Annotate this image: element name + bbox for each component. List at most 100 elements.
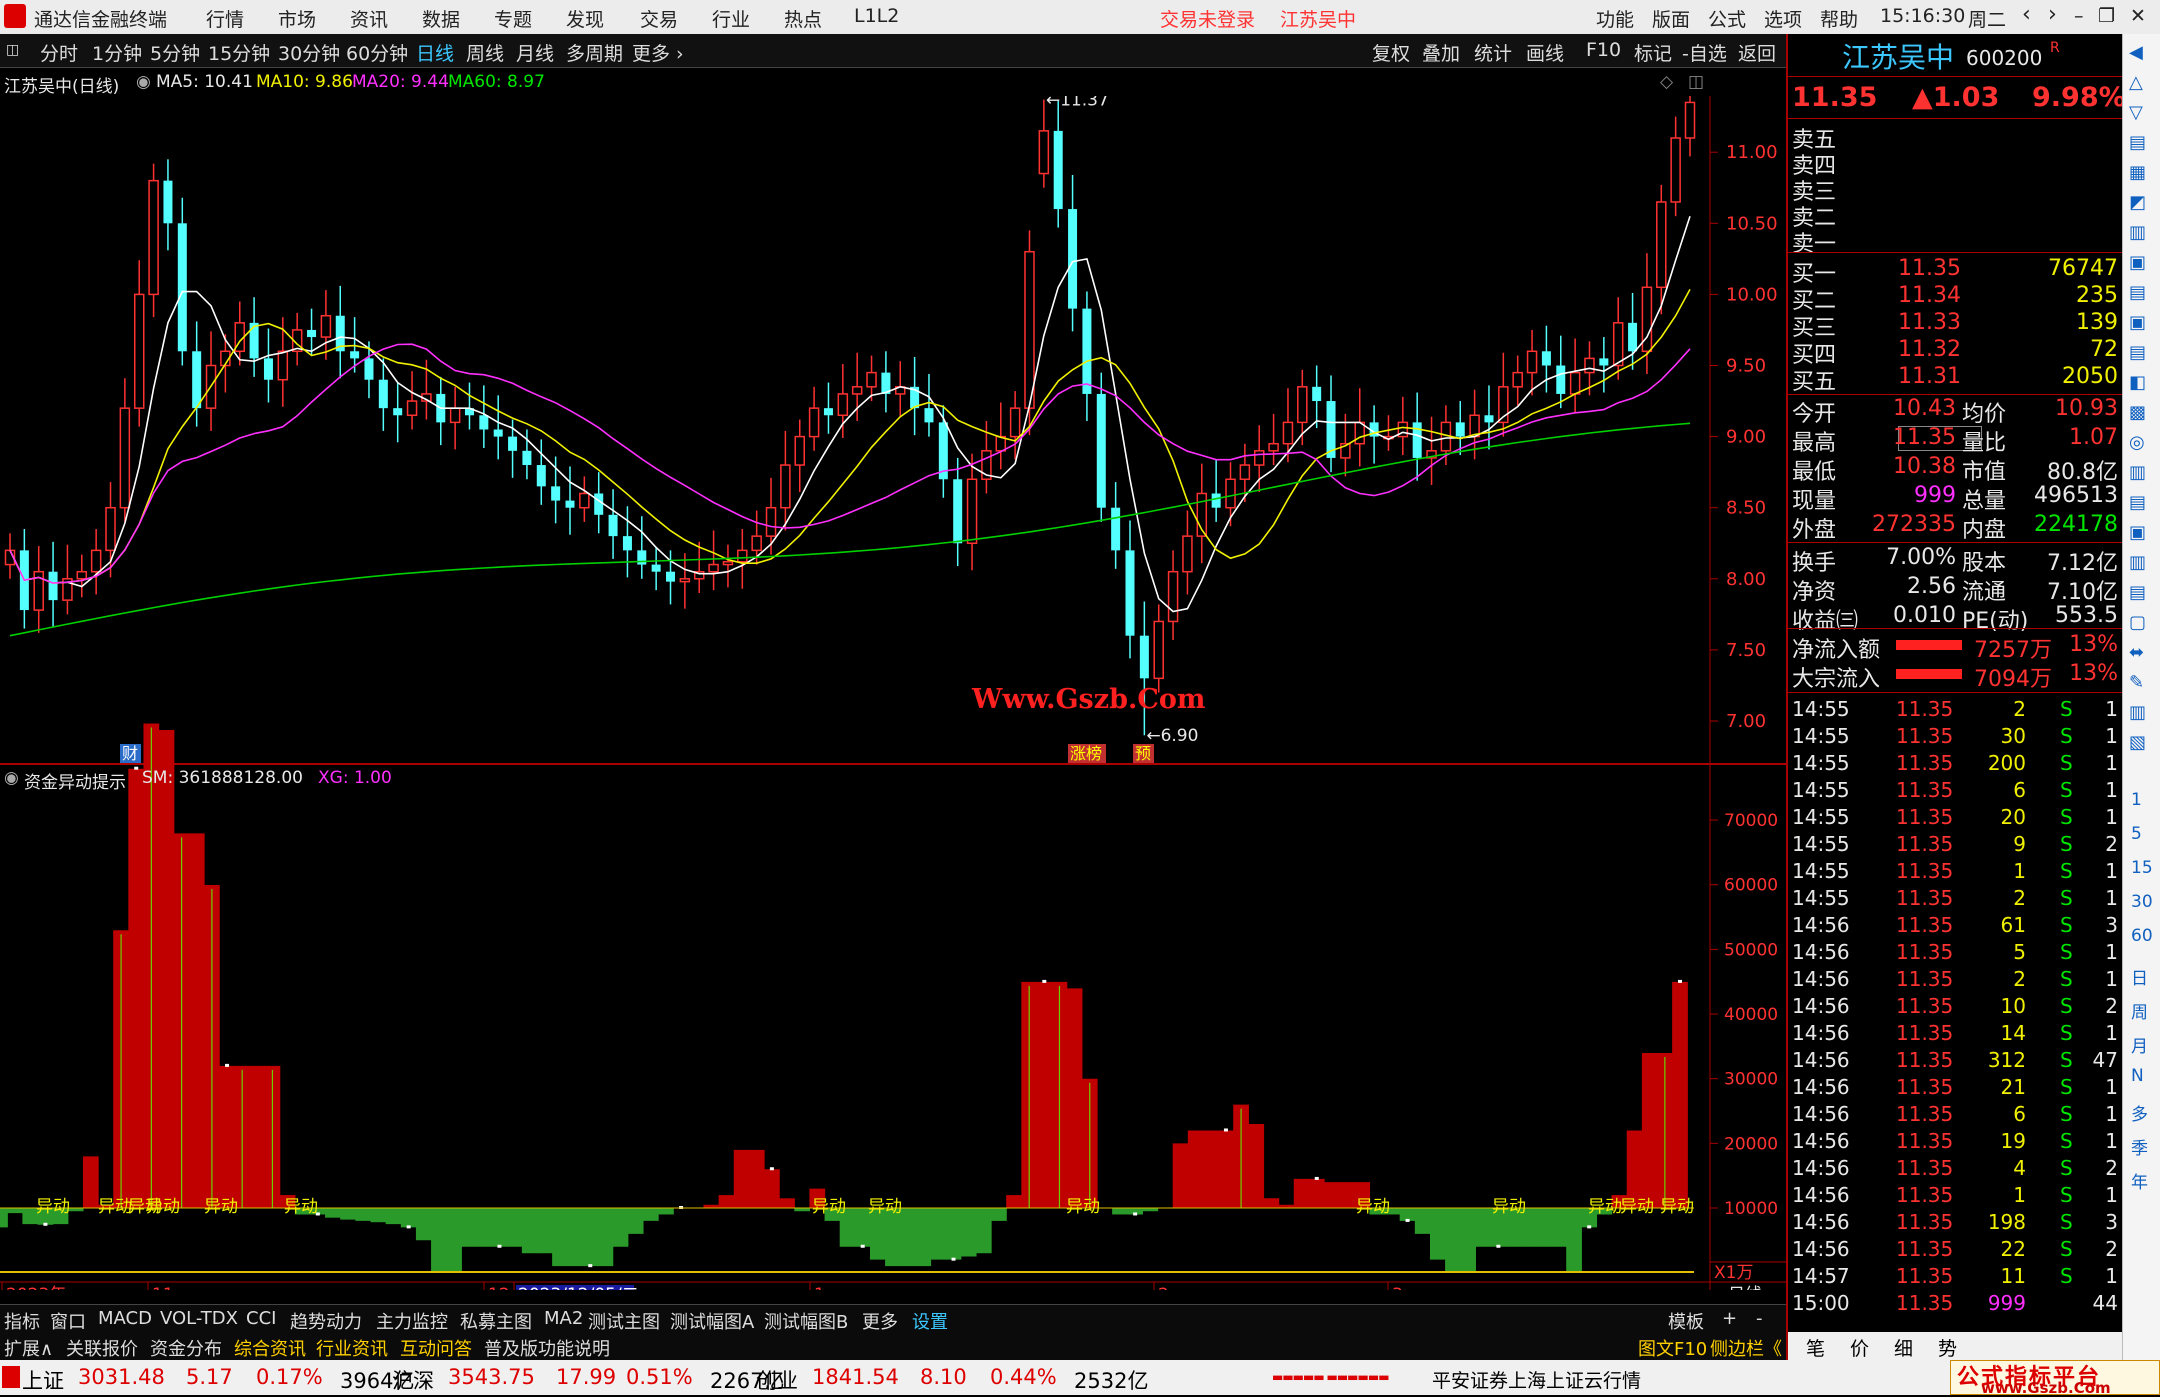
side-period-7[interactable]: 月: [2131, 1032, 2148, 1057]
side-tool-21-icon[interactable]: ✎: [2129, 672, 2144, 693]
action-button-0[interactable]: 复权: [1372, 39, 1410, 66]
side-period-11[interactable]: 年: [2131, 1168, 2148, 1193]
period-tab-9[interactable]: 多周期: [566, 39, 623, 66]
side-period-2[interactable]: 15: [2131, 858, 2153, 878]
side-tool-3-icon[interactable]: ▤: [2129, 132, 2146, 153]
side-tool-4-icon[interactable]: ▦: [2129, 162, 2146, 183]
side-tool-19-icon[interactable]: ▢: [2129, 612, 2146, 633]
indicator-tab-4[interactable]: CCI: [246, 1308, 276, 1329]
sidebar-toggle-tab[interactable]: 侧边栏《: [1710, 1335, 1782, 1361]
side-tool-22-icon[interactable]: ▥: [2129, 702, 2146, 723]
menu-item-6[interactable]: 交易: [640, 5, 678, 32]
menu-item-3[interactable]: 数据: [422, 5, 460, 32]
period-tab-1[interactable]: 1分钟: [92, 39, 142, 66]
side-tool-13-icon[interactable]: ◎: [2129, 432, 2145, 453]
index-name-0[interactable]: 上证: [22, 1365, 64, 1395]
f10-tab[interactable]: 图文F10: [1638, 1335, 1707, 1361]
period-tab-4[interactable]: 30分钟: [278, 39, 340, 66]
side-tool-6-icon[interactable]: ▥: [2129, 222, 2146, 243]
side-tool-9-icon[interactable]: ▣: [2129, 312, 2146, 333]
collapse-icon[interactable]: ◉: [4, 768, 19, 788]
period-tab-7[interactable]: 周线: [466, 39, 504, 66]
login-status[interactable]: 交易未登录: [1160, 5, 1255, 32]
side-tool-16-icon[interactable]: ▣: [2129, 522, 2146, 543]
template-tab-2[interactable]: -: [1756, 1308, 1763, 1329]
menu-item-0[interactable]: 行情: [206, 5, 244, 32]
action-button-1[interactable]: 叠加: [1422, 39, 1460, 66]
bid-price-1[interactable]: 11.34: [1898, 283, 1961, 308]
side-period-10[interactable]: 季: [2131, 1134, 2148, 1159]
side-period-5[interactable]: 日: [2131, 964, 2148, 989]
action-button-4[interactable]: F10: [1586, 39, 1621, 61]
side-period-9[interactable]: 多: [2131, 1100, 2148, 1125]
minimize-icon[interactable]: –: [2074, 5, 2084, 27]
side-period-1[interactable]: 5: [2131, 824, 2142, 844]
indicator-tab-1[interactable]: 窗口: [50, 1308, 86, 1334]
side-period-8[interactable]: N: [2131, 1066, 2144, 1086]
side-tool-11-icon[interactable]: ◧: [2129, 372, 2146, 393]
side-tool-7-icon[interactable]: ▣: [2129, 252, 2146, 273]
action-button-5[interactable]: 标记: [1634, 39, 1672, 66]
side-period-4[interactable]: 60: [2131, 926, 2153, 946]
period-tab-0[interactable]: 分时: [40, 39, 78, 66]
indicator-tab-2[interactable]: MACD: [98, 1308, 152, 1329]
side-tool-14-icon[interactable]: ▥: [2129, 462, 2146, 483]
detail-tab-0[interactable]: 笔: [1806, 1334, 1825, 1361]
side-period-6[interactable]: 周: [2131, 998, 2148, 1023]
menu-item-4[interactable]: 专题: [494, 5, 532, 32]
indicator-tab-6[interactable]: 主力监控: [376, 1308, 448, 1334]
side-tool-15-icon[interactable]: ▤: [2129, 492, 2146, 513]
action-button-6[interactable]: -自选: [1682, 39, 1727, 66]
ext-tab-2[interactable]: 资金分布: [150, 1335, 222, 1361]
side-tool-18-icon[interactable]: ▤: [2129, 582, 2146, 603]
ext-tab-6[interactable]: 普及版功能说明: [484, 1335, 610, 1361]
period-tab-5[interactable]: 60分钟: [346, 39, 408, 66]
restore-icon[interactable]: ❐: [2098, 5, 2115, 27]
indicator-tab-8[interactable]: MA2: [544, 1308, 583, 1329]
action-button-2[interactable]: 统计: [1474, 39, 1512, 66]
indicator-tab-0[interactable]: 指标: [4, 1308, 40, 1334]
back-icon[interactable]: ‹: [2022, 2, 2031, 27]
menu-item-7[interactable]: 行业: [712, 5, 750, 32]
diamond-icon[interactable]: ◇: [1660, 72, 1673, 92]
side-tool-12-icon[interactable]: ▩: [2129, 402, 2146, 423]
indicator-tab-5[interactable]: 趋势动力: [290, 1308, 362, 1334]
indicator-tab-13[interactable]: 设置: [912, 1308, 948, 1334]
side-tool-0-icon[interactable]: ◀: [2129, 42, 2143, 63]
bid-price-0[interactable]: 11.35: [1898, 256, 1961, 281]
action-button-7[interactable]: 返回: [1738, 39, 1776, 66]
right-menu-item-3[interactable]: 选项: [1764, 5, 1802, 32]
period-tab-2[interactable]: 5分钟: [150, 39, 200, 66]
ext-tab-5[interactable]: 互动问答: [400, 1335, 472, 1361]
indicator-tab-11[interactable]: 测试幅图B: [764, 1308, 848, 1334]
menu-item-9[interactable]: L1L2: [854, 5, 899, 27]
indicator-tab-7[interactable]: 私募主图: [460, 1308, 532, 1334]
menu-item-1[interactable]: 市场: [278, 5, 316, 32]
close-icon[interactable]: ✕: [2130, 5, 2146, 27]
right-menu-item-4[interactable]: 帮助: [1820, 5, 1858, 32]
bid-price-4[interactable]: 11.31: [1898, 364, 1961, 389]
bid-price-2[interactable]: 11.33: [1898, 310, 1961, 335]
side-tool-20-icon[interactable]: ⬌: [2129, 642, 2144, 663]
template-tab-0[interactable]: 模板: [1668, 1308, 1704, 1334]
right-menu-item-2[interactable]: 公式: [1708, 5, 1746, 32]
side-tool-5-icon[interactable]: ◩: [2129, 192, 2146, 213]
bid-price-3[interactable]: 11.32: [1898, 337, 1961, 362]
period-tab-10[interactable]: 更多 ›: [632, 39, 684, 66]
indicator-tab-3[interactable]: VOL-TDX: [160, 1308, 238, 1329]
side-tool-2-icon[interactable]: ▽: [2129, 102, 2143, 123]
panel-toggle-icon[interactable]: ◫: [6, 42, 19, 58]
right-menu-item-0[interactable]: 功能: [1596, 5, 1634, 32]
side-tool-8-icon[interactable]: ▤: [2129, 282, 2146, 303]
side-period-3[interactable]: 30: [2131, 892, 2153, 912]
indicator-tab-10[interactable]: 测试幅图A: [670, 1308, 754, 1334]
right-menu-item-1[interactable]: 版面: [1652, 5, 1690, 32]
ext-tab-4[interactable]: 行业资讯: [316, 1335, 388, 1361]
index-name-1[interactable]: 沪深: [392, 1365, 434, 1395]
template-tab-1[interactable]: +: [1722, 1308, 1737, 1329]
period-tab-3[interactable]: 15分钟: [208, 39, 270, 66]
forward-icon[interactable]: ›: [2048, 2, 2057, 27]
side-tool-23-icon[interactable]: ▧: [2129, 732, 2146, 753]
detail-tab-3[interactable]: 势: [1938, 1334, 1957, 1361]
detail-tab-2[interactable]: 细: [1894, 1334, 1913, 1361]
